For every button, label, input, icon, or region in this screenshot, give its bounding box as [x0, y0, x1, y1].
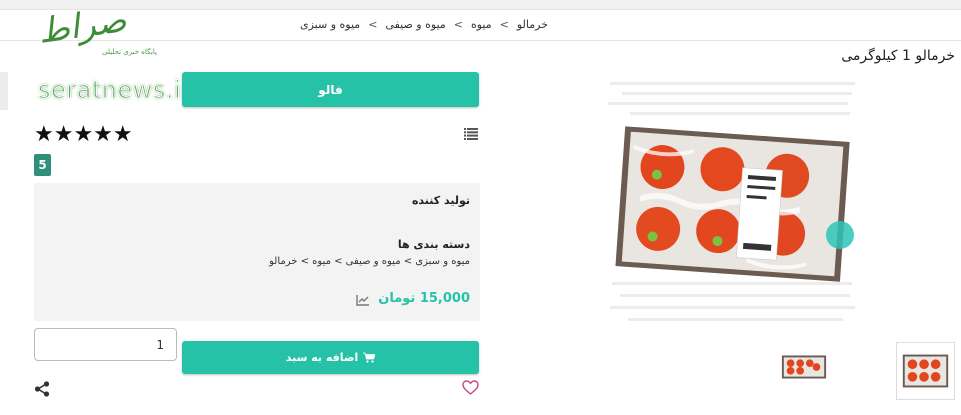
breadcrumb-item-persimmon: خرمالو [516, 17, 549, 31]
rating-badge: 5 [34, 154, 51, 176]
breadcrumb-separator: > [499, 17, 509, 31]
product-image[interactable] [600, 72, 865, 334]
thumbnail-2[interactable] [773, 342, 835, 392]
breadcrumb-separator: > [453, 17, 463, 31]
breadcrumb-item-fruit[interactable]: میوه [471, 18, 492, 31]
add-to-cart-button[interactable]: اضافه به سبد [182, 341, 479, 374]
categories-label: دسته بندی ها [397, 238, 470, 251]
cart-icon [363, 352, 376, 363]
chart-icon[interactable] [356, 294, 370, 306]
product-price: 15,000 تومان [378, 291, 470, 306]
manufacturer-label: تولید کننده [411, 194, 470, 207]
categories-path[interactable]: میوه و سبزی > میوه و صیفی > میوه > خرمال… [269, 256, 470, 267]
add-to-cart-label: اضافه به سبد [285, 351, 359, 364]
brand-button[interactable]: فالو [182, 72, 479, 107]
watermark-logo: صراط [35, 0, 129, 52]
side-tab [0, 72, 8, 110]
product-title: خرمالو 1 کیلوگرمی [841, 48, 955, 64]
breadcrumb: میوه و سبزی > میوه و صیفی > میوه > خرمال… [300, 12, 565, 36]
rating-stars[interactable]: ★★★★★ [34, 124, 133, 146]
watermark-tagline: پایگاه خبری تحلیلی [102, 48, 157, 56]
list-icon[interactable] [464, 128, 478, 140]
heart-icon[interactable] [462, 380, 479, 395]
watermark-url: seratnews.ir [38, 76, 192, 105]
breadcrumb-item-fruit-summer[interactable]: میوه و صیفی [385, 18, 445, 31]
watermark: صراط پایگاه خبری تحلیلی seratnews.ir [30, 0, 195, 106]
product-info-panel: تولید کننده دسته بندی ها میوه و سبزی > م… [34, 183, 480, 321]
thumbnail-1[interactable] [896, 342, 955, 400]
quantity-input[interactable] [34, 328, 177, 361]
breadcrumb-separator: > [368, 17, 378, 31]
breadcrumb-item-produce[interactable]: میوه و سبزی [300, 18, 360, 31]
share-icon[interactable] [34, 381, 50, 397]
